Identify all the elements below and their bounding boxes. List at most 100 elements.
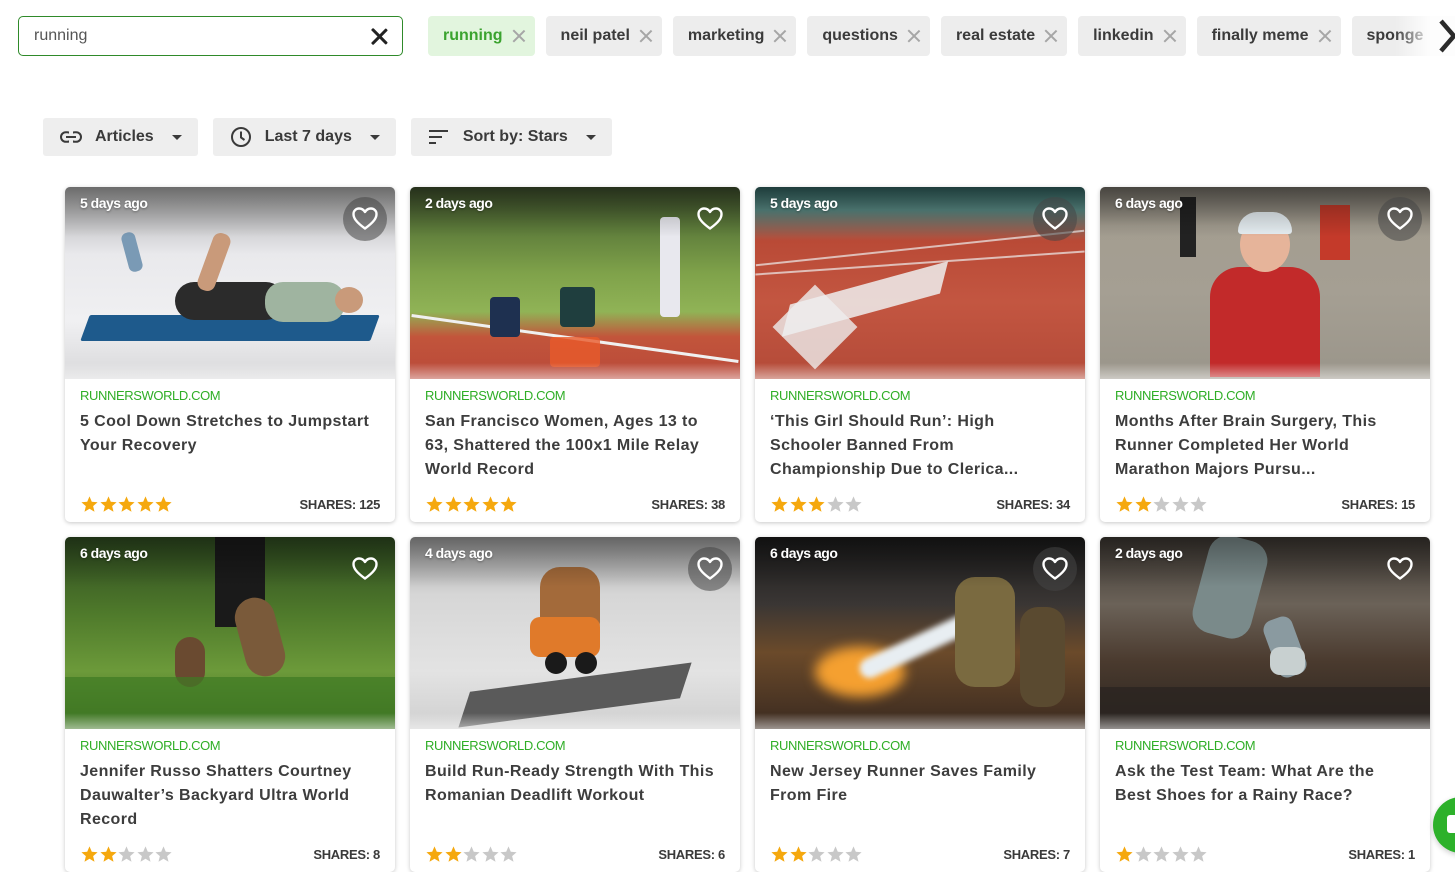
favorite-heart-icon[interactable] xyxy=(1033,547,1077,591)
article-thumbnail[interactable]: 2 days ago xyxy=(410,187,740,379)
search-input[interactable] xyxy=(34,27,370,45)
article-age: 5 days ago xyxy=(80,195,148,211)
chip-linkedin[interactable]: linkedin xyxy=(1078,16,1186,56)
favorite-heart-icon[interactable] xyxy=(688,547,732,591)
share-count: SHARES: 6 xyxy=(658,846,725,862)
star-filled-icon xyxy=(118,495,135,512)
article-source[interactable]: RUNNERSWORLD.COM xyxy=(80,738,380,754)
article-title[interactable]: Ask the Test Team: What Are the Best Sho… xyxy=(1115,760,1415,832)
star-empty-icon xyxy=(826,845,844,862)
remove-chip-icon[interactable] xyxy=(640,30,652,42)
star-rating xyxy=(80,845,173,864)
star-rating xyxy=(770,495,863,514)
chip-label: finally meme xyxy=(1211,27,1309,44)
share-count: SHARES: 34 xyxy=(996,496,1070,512)
favorite-heart-icon[interactable] xyxy=(343,197,387,241)
star-empty-icon xyxy=(136,845,154,862)
favorite-heart-icon[interactable] xyxy=(1033,197,1077,241)
chip-running[interactable]: running xyxy=(428,16,535,56)
star-empty-icon xyxy=(1171,495,1189,512)
content-type-label: Articles xyxy=(95,128,154,145)
article-card: 2 days ago RUNNERSWORLD.COM San Francisc… xyxy=(410,187,740,522)
remove-chip-icon[interactable] xyxy=(1319,30,1331,42)
article-title[interactable]: 5 Cool Down Stretches to Jumpstart Your … xyxy=(80,410,380,482)
article-thumbnail[interactable]: 6 days ago xyxy=(1100,187,1430,379)
sort-dropdown[interactable]: Sort by: Stars xyxy=(410,118,612,156)
star-filled-icon xyxy=(771,495,788,512)
favorite-heart-icon[interactable] xyxy=(1378,197,1422,241)
star-filled-icon xyxy=(808,495,825,512)
chip-label: real estate xyxy=(955,27,1036,44)
star-empty-icon xyxy=(1171,845,1189,862)
article-title[interactable]: San Francisco Women, Ages 13 to 63, Shat… xyxy=(425,410,725,482)
caret-down-icon xyxy=(171,134,182,140)
date-range-dropdown[interactable]: Last 7 days xyxy=(212,118,396,156)
filter-bar: Articles Last 7 days Sort by: Stars xyxy=(43,118,612,156)
article-age: 6 days ago xyxy=(80,545,148,561)
article-thumbnail[interactable]: 4 days ago xyxy=(410,537,740,729)
article-title[interactable]: New Jersey Runner Saves Family From Fire xyxy=(770,760,1070,832)
article-thumbnail[interactable]: 5 days ago xyxy=(755,187,1085,379)
star-empty-icon xyxy=(808,845,825,862)
share-count: SHARES: 8 xyxy=(313,846,380,862)
article-title[interactable]: Build Run-Ready Strength With This Roman… xyxy=(425,760,725,832)
favorite-heart-icon[interactable] xyxy=(688,197,732,241)
chip-marketing[interactable]: marketing xyxy=(672,16,797,56)
star-filled-icon xyxy=(99,845,117,862)
article-title[interactable]: ‘This Girl Should Run’: High Schooler Ba… xyxy=(770,410,1070,482)
article-age: 2 days ago xyxy=(1115,545,1183,561)
chevron-right-icon[interactable] xyxy=(1435,17,1455,55)
remove-chip-icon[interactable] xyxy=(1045,30,1057,42)
clock-icon xyxy=(229,125,253,149)
caret-down-icon xyxy=(369,134,380,140)
clear-search-icon[interactable] xyxy=(370,27,388,45)
star-empty-icon xyxy=(1153,495,1170,512)
article-source[interactable]: RUNNERSWORLD.COM xyxy=(425,738,725,754)
article-source[interactable]: RUNNERSWORLD.COM xyxy=(425,388,725,404)
article-thumbnail[interactable]: 6 days ago xyxy=(65,537,395,729)
star-filled-icon xyxy=(136,495,154,512)
remove-chip-icon[interactable] xyxy=(774,30,786,42)
star-rating xyxy=(425,845,518,864)
article-title[interactable]: Months After Brain Surgery, This Runner … xyxy=(1115,410,1415,482)
remove-chip-icon[interactable] xyxy=(513,30,525,42)
chip-real-estate[interactable]: real estate xyxy=(940,16,1068,56)
chip-finally-meme[interactable]: finally meme xyxy=(1196,16,1341,56)
article-card: 5 days ago RUNNERSWORLD.COM 5 Cool Down … xyxy=(65,187,395,522)
share-count: SHARES: 38 xyxy=(651,496,725,512)
star-empty-icon xyxy=(1190,845,1207,862)
favorite-heart-icon[interactable] xyxy=(343,547,387,591)
star-filled-icon xyxy=(1134,495,1152,512)
share-count: SHARES: 7 xyxy=(1003,846,1070,862)
chip-neil-patel[interactable]: neil patel xyxy=(545,16,662,56)
content-type-dropdown[interactable]: Articles xyxy=(43,118,198,156)
chat-widget-button[interactable] xyxy=(1433,797,1455,853)
chip-questions[interactable]: questions xyxy=(807,16,930,56)
article-card: 6 days ago RUNNERSWORLD.COM New Jersey R… xyxy=(755,537,1085,872)
star-filled-icon xyxy=(1116,845,1133,862)
article-source[interactable]: RUNNERSWORLD.COM xyxy=(770,388,1070,404)
article-source[interactable]: RUNNERSWORLD.COM xyxy=(80,388,380,404)
article-source[interactable]: RUNNERSWORLD.COM xyxy=(770,738,1070,754)
remove-chip-icon[interactable] xyxy=(1164,30,1176,42)
article-thumbnail[interactable]: 6 days ago xyxy=(755,537,1085,729)
article-grid: 5 days ago RUNNERSWORLD.COM 5 Cool Down … xyxy=(65,187,1430,872)
chip-label: neil patel xyxy=(560,27,630,44)
share-count: SHARES: 1 xyxy=(1348,846,1415,862)
star-empty-icon xyxy=(481,845,499,862)
article-source[interactable]: RUNNERSWORLD.COM xyxy=(1115,738,1415,754)
article-thumbnail[interactable]: 5 days ago xyxy=(65,187,395,379)
chip-label: questions xyxy=(822,27,898,44)
star-empty-icon xyxy=(826,495,844,512)
star-empty-icon xyxy=(118,845,135,862)
favorite-heart-icon[interactable] xyxy=(1378,547,1422,591)
article-age: 4 days ago xyxy=(425,545,493,561)
article-source[interactable]: RUNNERSWORLD.COM xyxy=(1115,388,1415,404)
remove-chip-icon[interactable] xyxy=(908,30,920,42)
star-empty-icon xyxy=(155,845,172,862)
sort-icon xyxy=(427,125,451,149)
article-title[interactable]: Jennifer Russo Shatters Courtney Dauwalt… xyxy=(80,760,380,832)
chip-label: marketing xyxy=(687,27,765,44)
star-filled-icon xyxy=(1116,495,1133,512)
article-thumbnail[interactable]: 2 days ago xyxy=(1100,537,1430,729)
